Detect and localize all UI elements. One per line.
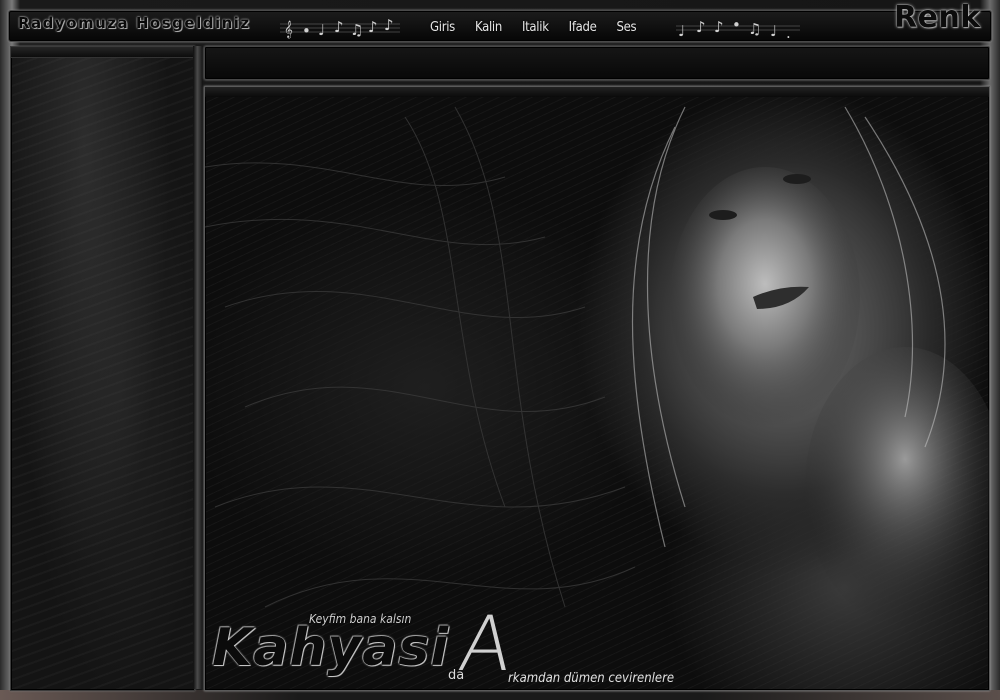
music-notes-icon: ♩ ♪ ♪ • ♫ ♩ . [676,16,800,40]
menu-item-giris[interactable]: Giris [430,20,455,35]
banner-brand-main: Kahyasi [212,618,450,678]
svg-text:♫: ♫ [748,20,761,38]
svg-text:𝄞: 𝄞 [284,20,293,38]
svg-text:•: • [302,22,311,40]
svg-text:♪: ♪ [384,16,394,34]
banner-brand-rest: rkamdan dümen cevirenlere [508,671,675,686]
color-button[interactable]: Renk [894,0,994,40]
menu-item-italik[interactable]: Italik [522,20,549,35]
svg-text:♫: ♫ [350,21,363,39]
user-list-header [11,47,194,58]
music-notes-icon: 𝄞 • ♩ ♪ ♫ ♪ ♪ [280,16,400,40]
svg-text:♪: ♪ [714,18,724,36]
svg-text:•: • [732,16,741,34]
panel-divider[interactable] [193,46,203,689]
svg-text:♩: ♩ [678,22,685,40]
user-list-panel[interactable] [10,46,195,691]
svg-text:♪: ♪ [368,18,378,36]
svg-text:♩: ♩ [770,22,777,40]
welcome-title: Radyomuza Hosgeldiniz [18,14,251,32]
svg-text:♪: ♪ [334,18,344,36]
menu-item-ifade[interactable]: Ifade [569,20,597,35]
svg-text:♩: ♩ [318,21,325,39]
svg-text:♪: ♪ [696,18,706,36]
svg-text:.: . [786,24,791,40]
menu-item-kalin[interactable]: Kalin [475,20,502,35]
menu-item-ses[interactable]: Ses [617,20,637,35]
portrait-artwork [205,97,989,627]
main-menu: Giris Kalin Italik Ifade Ses [430,16,637,38]
chat-display-area[interactable] [204,86,990,691]
message-input-bar[interactable] [204,46,990,80]
